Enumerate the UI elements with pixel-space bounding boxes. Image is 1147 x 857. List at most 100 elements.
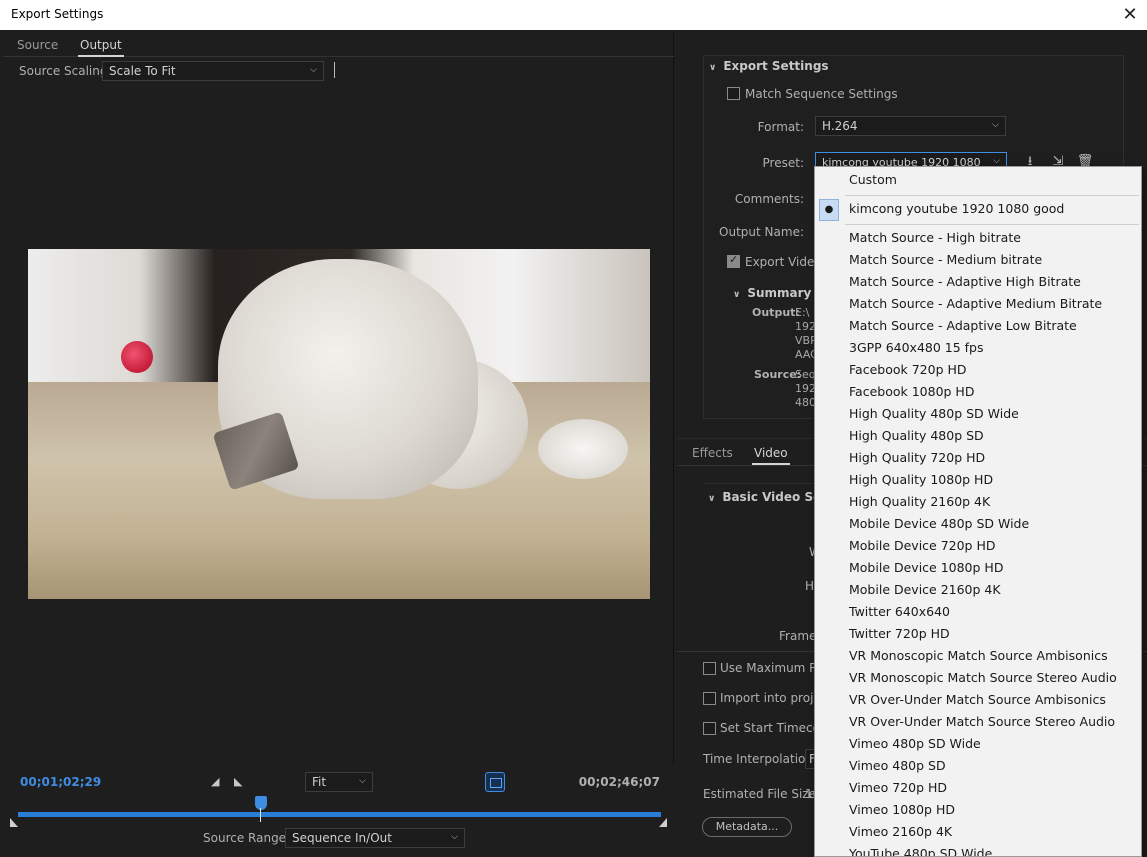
chevron-down-icon: ⌵ <box>992 120 999 130</box>
menu-item-preset[interactable]: High Quality 720p HD <box>815 447 1141 469</box>
source-scaling-row: Source Scaling: Scale To Fit ⌵ <box>3 59 674 83</box>
menu-item-preset[interactable]: Vimeo 1080p HD <box>815 799 1141 821</box>
preset-label: Preset: <box>762 156 804 170</box>
match-sequence-label: Match Sequence Settings <box>745 87 898 101</box>
frame-rate-label: Frame <box>779 629 817 643</box>
menu-item-preset[interactable]: Match Source - Adaptive Low Bitrate <box>815 315 1141 337</box>
menu-item-preset[interactable]: Vimeo 480p SD <box>815 755 1141 777</box>
menu-item-preset[interactable]: Vimeo 2160p 4K <box>815 821 1141 843</box>
export-video-checkbox[interactable] <box>727 253 740 268</box>
menu-item-preset[interactable]: Facebook 720p HD <box>815 359 1141 381</box>
chevron-down-icon: ∨ <box>708 494 716 504</box>
source-scaling-label: Source Scaling: <box>19 64 112 78</box>
source-range-dropdown[interactable]: Sequence In/Out ⌵ <box>285 828 465 848</box>
chevron-down-icon: ⌵ <box>310 65 317 75</box>
estimated-file-size-label: Estimated File Size: <box>703 787 821 801</box>
output-name-label: Output Name: <box>719 225 804 239</box>
summary-source-text: Seq 192 480 <box>795 368 816 410</box>
import-into-project-checkbox[interactable] <box>703 692 716 705</box>
timeline-bar: 00;01;02;29 ◢ ◣ Fit ⌵ 00;02;46;07 Source… <box>3 766 674 857</box>
source-scaling-dropdown[interactable]: Scale To Fit ⌵ <box>102 61 324 81</box>
current-timecode[interactable]: 00;01;02;29 <box>20 775 101 789</box>
menu-item-preset[interactable]: Match Source - High bitrate <box>815 227 1141 249</box>
out-point-icon[interactable] <box>659 818 667 827</box>
menu-item-preset[interactable]: Mobile Device 2160p 4K <box>815 579 1141 601</box>
summary-output-label: Output: <box>752 306 800 319</box>
menu-item-preset[interactable]: Twitter 640x640 <box>815 601 1141 623</box>
title-bar: Export Settings ✕ <box>0 0 1147 30</box>
format-label: Format: <box>757 120 804 134</box>
menu-item-preset[interactable]: Match Source - Medium bitrate <box>815 249 1141 271</box>
match-sequence-checkbox[interactable] <box>727 87 740 100</box>
summary-title: Summary <box>747 286 812 300</box>
format-dropdown[interactable]: H.264 ⌵ <box>815 116 1006 136</box>
menu-item-preset[interactable]: Match Source - Adaptive High Bitrate <box>815 271 1141 293</box>
comments-label: Comments: <box>734 192 804 206</box>
menu-item-preset[interactable]: Mobile Device 480p SD Wide <box>815 513 1141 535</box>
menu-item-preset[interactable]: Facebook 1080p HD <box>815 381 1141 403</box>
menu-item-preset[interactable]: Vimeo 720p HD <box>815 777 1141 799</box>
menu-item-preset[interactable]: VR Monoscopic Match Source Ambisonics <box>815 645 1141 667</box>
summary-line: 192 <box>795 382 816 395</box>
time-interpolation-label: Time Interpolation: <box>703 752 818 766</box>
menu-item-preset[interactable]: Match Source - Adaptive Medium Bitrate <box>815 293 1141 315</box>
chevron-down-icon: ∨ <box>709 63 717 73</box>
chevron-down-icon: ∨ <box>733 290 741 300</box>
set-start-timecode-checkbox[interactable] <box>703 722 716 735</box>
export-settings-title: Export Settings <box>723 59 829 73</box>
duration-timecode: 00;02;46;07 <box>578 775 660 789</box>
tab-video[interactable]: Video <box>752 446 790 465</box>
source-range-value: Sequence In/Out <box>292 831 392 845</box>
metadata-button[interactable]: Metadata... <box>702 817 792 837</box>
chevron-down-icon: ⌵ <box>993 156 1000 166</box>
preview-tabs: Source Output <box>3 31 674 57</box>
playhead-line <box>260 808 261 822</box>
menu-item-preset[interactable]: Mobile Device 720p HD <box>815 535 1141 557</box>
menu-item-preset[interactable]: Twitter 720p HD <box>815 623 1141 645</box>
menu-item-preset[interactable]: VR Over-Under Match Source Stereo Audio <box>815 711 1141 733</box>
source-range-label: Source Range: <box>203 831 291 845</box>
menu-separator <box>845 224 1139 225</box>
mark-out-icon[interactable]: ◣ <box>234 776 246 788</box>
preview-ball <box>121 341 153 373</box>
menu-item-preset[interactable]: Vimeo 480p SD Wide <box>815 733 1141 755</box>
window-title: Export Settings <box>11 7 104 21</box>
tab-source[interactable]: Source <box>17 38 58 52</box>
format-value: H.264 <box>822 119 858 133</box>
crop-icon[interactable] <box>485 772 505 792</box>
divider <box>334 62 335 78</box>
menu-item-current-preset[interactable]: kimcong youtube 1920 1080 good <box>815 198 1141 220</box>
zoom-fit-value: Fit <box>312 775 327 789</box>
export-settings-header[interactable]: ∨ Export Settings <box>709 59 829 73</box>
menu-item-custom[interactable]: Custom <box>815 169 1141 191</box>
use-max-render-checkbox[interactable] <box>703 662 716 675</box>
preview-dog-tail <box>538 419 628 479</box>
summary-line: 480 <box>795 396 816 409</box>
preset-menu: Custom ● kimcong youtube 1920 1080 good … <box>814 166 1142 857</box>
tab-effects[interactable]: Effects <box>692 446 733 460</box>
menu-item-preset[interactable]: High Quality 480p SD Wide <box>815 403 1141 425</box>
menu-item-preset[interactable]: VR Monoscopic Match Source Stereo Audio <box>815 667 1141 689</box>
summary-header[interactable]: ∨ Summary <box>733 286 811 300</box>
chevron-down-icon: ⌵ <box>451 832 458 842</box>
playhead-handle[interactable] <box>255 796 267 810</box>
menu-item-preset[interactable]: YouTube 480p SD Wide <box>815 843 1141 856</box>
menu-item-preset[interactable]: VR Over-Under Match Source Ambisonics <box>815 689 1141 711</box>
preview-pane: Source Output Source Scaling: Scale To F… <box>3 31 674 765</box>
menu-item-preset[interactable]: Mobile Device 1080p HD <box>815 557 1141 579</box>
menu-separator <box>845 195 1139 196</box>
zoom-fit-dropdown[interactable]: Fit ⌵ <box>305 772 373 792</box>
video-preview-frame <box>28 249 650 599</box>
in-point-icon[interactable] <box>10 818 18 827</box>
menu-item-preset[interactable]: High Quality 480p SD <box>815 425 1141 447</box>
menu-item-preset[interactable]: 3GPP 640x480 15 fps <box>815 337 1141 359</box>
source-scaling-value: Scale To Fit <box>109 64 176 78</box>
mark-in-icon[interactable]: ◢ <box>211 776 223 788</box>
timeline-track[interactable] <box>18 812 661 817</box>
close-icon[interactable]: ✕ <box>1119 3 1141 25</box>
height-label: H <box>805 579 815 593</box>
chevron-down-icon: ⌵ <box>359 776 366 786</box>
tab-output[interactable]: Output <box>78 38 124 57</box>
menu-item-preset[interactable]: High Quality 1080p HD <box>815 469 1141 491</box>
menu-item-preset[interactable]: High Quality 2160p 4K <box>815 491 1141 513</box>
